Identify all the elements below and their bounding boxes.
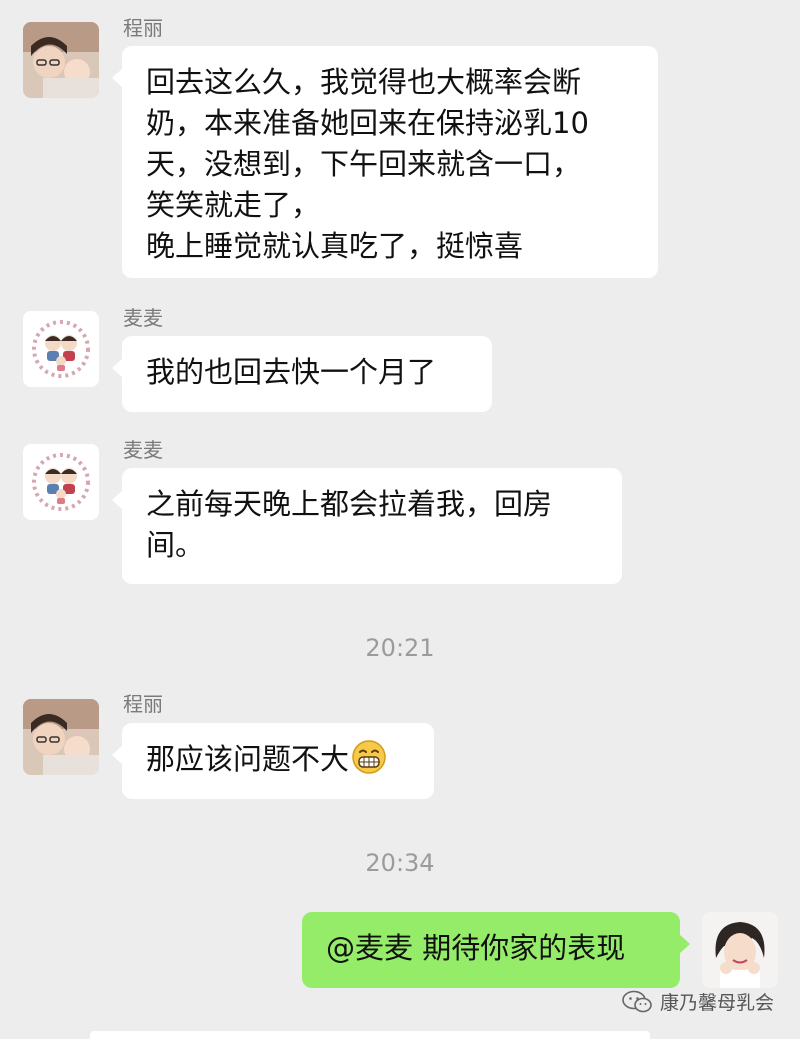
message-bubble[interactable]: 回去这么久，我觉得也大概率会断 奶，本来准备她回来在保持泌乳10 天，没想到，下…	[112, 46, 658, 278]
message-text: 回去这么久，我觉得也大概率会断	[146, 65, 582, 99]
avatar-chengli[interactable]	[23, 699, 99, 775]
user-photo-icon	[23, 22, 99, 98]
outgoing-message-bubble[interactable]: @麦麦 期待你家的表现	[302, 912, 690, 988]
message-text: 晚上睡觉就认真吃了，挺惊喜	[146, 229, 524, 263]
message-text-row: 那应该问题不大	[146, 739, 410, 780]
avatar-chengli[interactable]	[23, 22, 99, 98]
message-timestamp: 20:21	[365, 634, 435, 662]
input-bar-edge	[90, 1031, 650, 1039]
message-text: 我的也回去快一个月了	[146, 355, 437, 389]
message-text: 天，没想到，下午回来就含一口，	[146, 147, 582, 181]
sender-name: 麦麦	[123, 306, 163, 330]
sender-name: 程丽	[123, 692, 163, 716]
avatar-self[interactable]	[702, 912, 778, 988]
message-text: 之前每天晚上都会拉着我，回房	[146, 487, 553, 521]
grin-emoji-icon	[352, 740, 386, 774]
watermark: 康乃馨母乳会	[622, 988, 774, 1015]
avatar-maimai[interactable]	[23, 444, 99, 520]
cartoon-couple-icon	[23, 311, 99, 387]
avatar-maimai[interactable]	[23, 311, 99, 387]
cartoon-couple-icon	[23, 444, 99, 520]
wechat-icon	[622, 990, 652, 1012]
message-text: 间。	[146, 528, 205, 562]
watermark-text: 康乃馨母乳会	[659, 992, 774, 1014]
message-timestamp: 20:34	[365, 849, 435, 877]
message-text: 那应该问题不大	[146, 742, 350, 776]
message-text: 笑笑就走了，	[146, 188, 321, 222]
sender-name: 麦麦	[123, 438, 163, 462]
message-bubble[interactable]: 之前每天晚上都会拉着我，回房 间。	[112, 468, 622, 584]
message-bubble[interactable]: 那应该问题不大	[112, 723, 434, 799]
message-text: 奶，本来准备她回来在保持泌乳10	[146, 106, 589, 140]
message-bubble[interactable]: 我的也回去快一个月了	[112, 336, 492, 412]
message-text: @麦麦 期待你家的表现	[326, 931, 626, 965]
user-photo-icon	[702, 912, 778, 988]
sender-name: 程丽	[123, 16, 163, 40]
user-photo-icon	[23, 699, 99, 775]
